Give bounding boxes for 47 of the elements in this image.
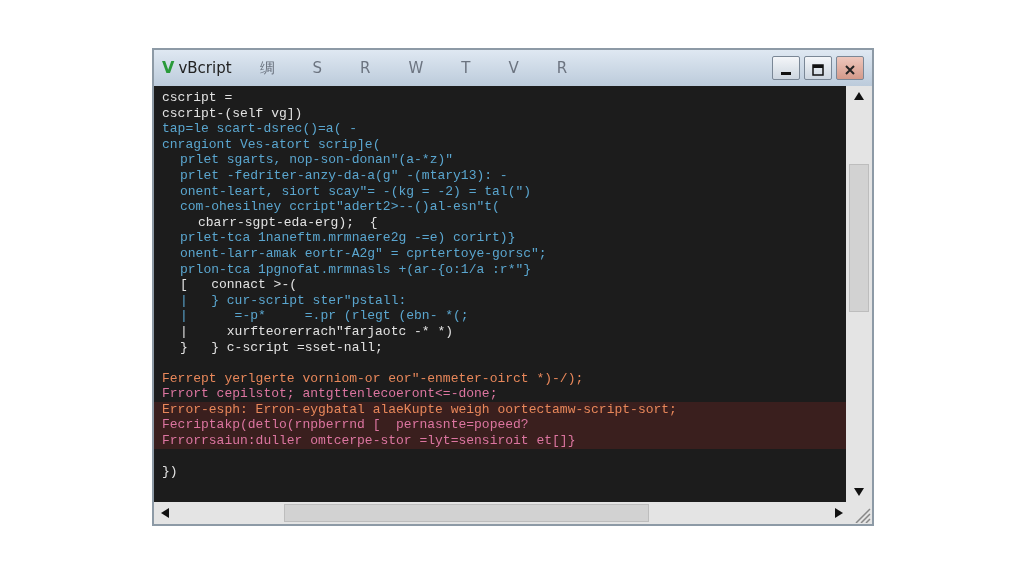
scroll-thumb[interactable] bbox=[284, 504, 649, 522]
minimize-button[interactable] bbox=[772, 56, 800, 80]
code-line: com-ohesilney ccript"adert2>--()al-esn"t( bbox=[180, 199, 500, 215]
code-line: onent-leart, siort scay"= -(kg = -2) = tal(") bbox=[180, 183, 532, 199]
code-line: } } c-script =sset-nall; bbox=[180, 339, 383, 355]
code-line: prlon-tca 1pgnofat.mrmnasls +(ar-{o:1/a :r*"} bbox=[180, 261, 532, 277]
code-editor[interactable] bbox=[154, 86, 846, 502]
maximize-icon bbox=[811, 62, 825, 77]
menu-item[interactable]: W bbox=[408, 56, 424, 80]
code-line: prlet sgarts, nop-son-donan"(a-*z)" bbox=[180, 152, 454, 168]
scroll-down-icon[interactable] bbox=[854, 488, 864, 496]
code-line: Ferrept yerlgerte vorniom-or eor"-enmeter-oirct *)-/); bbox=[162, 370, 584, 386]
menu-item[interactable]: 绸 bbox=[259, 56, 275, 80]
horizontal-scrollbar[interactable] bbox=[154, 502, 872, 524]
scroll-up-icon[interactable] bbox=[854, 92, 864, 100]
code-line: }) bbox=[162, 464, 178, 480]
window-title: vBcript bbox=[178, 57, 232, 79]
code-line: | xurfteorerrach"farjaotc -* *) bbox=[180, 323, 454, 339]
code-line: cscript = bbox=[162, 90, 233, 105]
scroll-right-icon[interactable] bbox=[835, 508, 843, 518]
app-logo: V bbox=[162, 57, 175, 79]
code-line: [ connact >-( bbox=[180, 277, 298, 293]
vertical-scrollbar[interactable] bbox=[846, 86, 872, 502]
minimize-icon bbox=[781, 72, 791, 75]
close-icon bbox=[843, 62, 857, 77]
menu-item[interactable]: S bbox=[312, 56, 323, 80]
menu-item[interactable]: V bbox=[508, 56, 519, 80]
menu-item[interactable]: T bbox=[461, 56, 471, 80]
scroll-left-icon[interactable] bbox=[161, 508, 169, 518]
maximize-button[interactable] bbox=[804, 56, 832, 80]
code-line: Frrorrsaiun:duller omtcerpe-stor =lyt=sensiroit et[]} bbox=[162, 433, 576, 449]
code-line: cbarr-sgpt-eda-erg); { bbox=[198, 214, 378, 230]
code-line: cscript-(self vg]) bbox=[162, 105, 303, 121]
code-line: | =-p* =.pr (rlegt (ebn- *(; bbox=[180, 308, 469, 324]
scroll-thumb[interactable] bbox=[849, 164, 869, 312]
menu-item[interactable]: R bbox=[360, 56, 371, 80]
menu-item[interactable]: R bbox=[556, 56, 568, 80]
code-line: Fecriptakp(detlo(rnpberrnd [ pernasnte=popeed? bbox=[162, 417, 529, 433]
code-line: onent-larr-amak eortr-A2g" = cprtertoye-gorsc"; bbox=[180, 245, 547, 261]
code-line: prlet -fedriter-anzy-da-a(g" -(mtary13): - bbox=[180, 167, 508, 183]
close-button[interactable] bbox=[836, 56, 864, 80]
code-line: prlet-tca 1naneftm.mrmnaere2g -=e) corirt)} bbox=[180, 230, 516, 246]
code-line: Error-esph: Erron-eygbatal alaeKupte weigh oortectamw-script-sort; bbox=[162, 401, 677, 417]
code-line: | } cur-script ster"pstall: bbox=[180, 292, 407, 308]
code-line: cnragiont Ves-atort scrip]e( bbox=[162, 136, 381, 152]
code-line: Frrort cepilstot; antgttenlecoeront<=-done; bbox=[162, 386, 498, 402]
code-line: tap=le scart-dsrec()=a( - bbox=[162, 121, 358, 137]
